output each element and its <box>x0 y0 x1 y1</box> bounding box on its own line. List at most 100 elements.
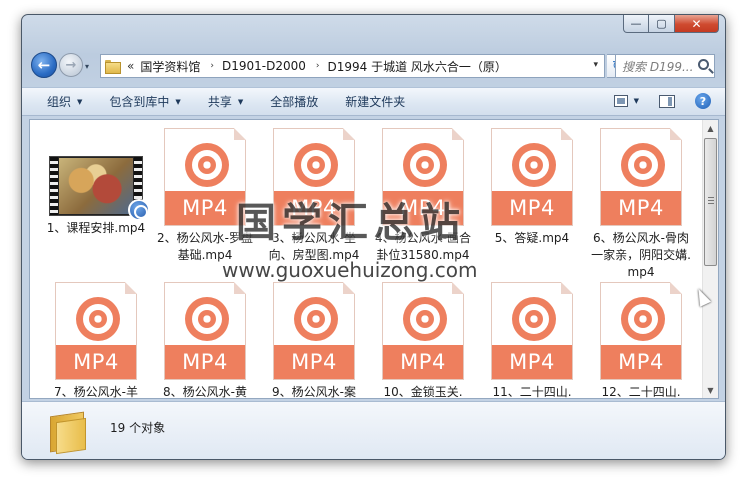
file-item[interactable]: MP4 6、杨公风水-骨肉一家亲，阴阳交媾.mp4 <box>589 128 693 281</box>
chevron-right-icon[interactable]: › <box>316 61 320 71</box>
maximize-button[interactable]: ▢ <box>649 15 675 33</box>
navigation-bar: ← → ▾ « 国学资料馆 › D1901-D2000 › D1994 于城道 … <box>22 49 725 81</box>
details-pane: 19 个对象 <box>22 401 725 459</box>
include-in-library-menu[interactable]: 包含到库中 ▼ <box>109 93 180 110</box>
play-all-button[interactable]: 全部播放 <box>270 93 318 110</box>
file-item[interactable]: MP4 11、二十四山. <box>480 282 584 399</box>
file-name: 1、课程安排.mp4 <box>46 221 146 235</box>
maximize-icon: ▢ <box>656 17 667 30</box>
recent-pages-dropdown[interactable]: ▾ <box>85 62 89 71</box>
command-bar: 组织 ▼ 包含到库中 ▼ 共享 ▼ 全部播放 新建文件夹 ▼ ? <box>22 87 725 116</box>
film-reel-icon <box>512 143 556 187</box>
minimize-icon: — <box>630 17 642 30</box>
back-button[interactable]: ← <box>31 52 57 78</box>
vertical-scrollbar[interactable]: ▲ ▼ <box>702 120 718 398</box>
breadcrumb-overflow[interactable]: « <box>127 59 134 73</box>
chevron-down-icon: ▼ <box>237 97 244 106</box>
mp4-file-icon: MP4 <box>273 282 355 380</box>
film-reel-icon <box>403 297 447 341</box>
file-item[interactable]: MP4 5、答疑.mp4 <box>480 128 584 247</box>
file-type-badge: MP4 <box>56 345 136 379</box>
help-icon[interactable]: ? <box>695 93 711 109</box>
chevron-down-icon: ▼ <box>77 97 83 106</box>
preview-pane-icon[interactable] <box>659 94 675 108</box>
grip-icon <box>708 197 714 205</box>
breadcrumb-item-root[interactable]: 国学资料馆 <box>140 58 200 75</box>
file-name: 6、杨公风水-骨肉一家亲，阴阳交媾.mp4 <box>591 231 691 279</box>
file-name: 7、杨公风水-羊 <box>54 385 138 399</box>
file-type-badge: MP4 <box>492 191 572 225</box>
media-player-icon <box>128 199 150 221</box>
chevron-down-icon[interactable]: ▼ <box>634 97 639 105</box>
file-name: 8、杨公风水-黄 <box>163 385 247 399</box>
search-box[interactable]: 搜索 D199... <box>615 54 715 78</box>
mp4-file-icon: MP4 <box>164 282 246 380</box>
file-type-badge: MP4 <box>274 345 354 379</box>
thumbnail-image <box>59 158 133 214</box>
views-icon[interactable] <box>613 95 628 107</box>
film-reel-icon <box>621 297 665 341</box>
address-dropdown[interactable]: ▾ <box>593 60 598 70</box>
include-in-library-label: 包含到库中 <box>109 95 170 109</box>
search-icon[interactable] <box>698 59 709 70</box>
file-type-badge: MP4 <box>601 191 681 225</box>
film-reel-icon <box>621 143 665 187</box>
mp4-file-icon: MP4 <box>491 128 573 226</box>
mp4-file-icon: MP4 <box>491 282 573 380</box>
scrollbar-thumb[interactable] <box>704 138 717 266</box>
film-reel-icon <box>294 143 338 187</box>
folder-icon <box>50 411 88 455</box>
file-item[interactable]: MP4 8、杨公风水-黄 <box>153 282 257 399</box>
watermark-title: 国学汇总站 <box>236 199 466 246</box>
file-name: 11、二十四山. <box>492 385 572 399</box>
new-folder-label: 新建文件夹 <box>345 95 406 109</box>
film-reel-icon <box>76 297 120 341</box>
chevron-down-icon: ▼ <box>175 97 181 106</box>
file-type-badge: MP4 <box>383 345 463 379</box>
file-item[interactable]: MP4 10、金锁玉关. <box>371 282 475 399</box>
file-name: 10、金锁玉关. <box>383 385 463 399</box>
forward-button[interactable]: → <box>59 53 83 77</box>
mp4-file-icon: MP4 <box>382 282 464 380</box>
breadcrumb-item-current[interactable]: D1994 于城道 风水六合一（原） <box>327 58 506 75</box>
file-item[interactable]: MP4 7、杨公风水-羊 <box>44 282 148 399</box>
file-type-badge: MP4 <box>165 191 245 225</box>
film-reel-icon <box>294 297 338 341</box>
folder-icon <box>105 60 121 74</box>
file-item[interactable]: MP4 12、二十四山. <box>589 282 693 399</box>
scroll-up-icon[interactable]: ▲ <box>703 120 718 136</box>
search-input[interactable]: 搜索 D199... <box>622 58 694 75</box>
file-name: 12、二十四山. <box>601 385 681 399</box>
film-strip-icon <box>50 157 58 215</box>
file-type-badge: MP4 <box>165 345 245 379</box>
share-menu[interactable]: 共享 ▼ <box>208 93 243 110</box>
watermark-url: www.guoxuehuizong.com <box>222 258 478 282</box>
arrow-right-icon: → <box>65 57 77 73</box>
file-item[interactable]: MP4 9、杨公风水-案 <box>262 282 366 399</box>
file-name: 5、答疑.mp4 <box>494 231 570 245</box>
toolbar-right: ▼ ? <box>613 93 711 109</box>
address-bar[interactable]: « 国学资料馆 › D1901-D2000 › D1994 于城道 风水六合一（… <box>100 54 605 78</box>
new-folder-button[interactable]: 新建文件夹 <box>345 93 405 110</box>
arrow-left-icon: ← <box>37 56 51 74</box>
mp4-file-icon: MP4 <box>600 282 682 380</box>
breadcrumb-item-range[interactable]: D1901-D2000 <box>222 59 306 73</box>
organize-label: 组织 <box>47 95 72 109</box>
film-reel-icon <box>185 143 229 187</box>
file-name: 9、杨公风水-案 <box>272 385 356 399</box>
organize-menu[interactable]: 组织 ▼ <box>47 93 82 110</box>
mp4-file-icon: MP4 <box>600 128 682 226</box>
close-button[interactable]: ✕ <box>675 15 719 33</box>
scroll-down-icon[interactable]: ▼ <box>703 382 718 398</box>
close-icon: ✕ <box>691 16 702 31</box>
film-reel-icon <box>403 143 447 187</box>
video-thumbnail <box>49 156 150 221</box>
minimize-button[interactable]: — <box>623 15 649 33</box>
file-item[interactable]: 1、课程安排.mp4 <box>44 124 150 237</box>
chevron-right-icon[interactable]: › <box>210 61 214 71</box>
file-type-badge: MP4 <box>492 345 572 379</box>
caption-buttons: — ▢ ✕ <box>623 15 719 33</box>
share-label: 共享 <box>207 95 232 109</box>
mp4-file-icon: MP4 <box>55 282 137 380</box>
film-reel-icon <box>185 297 229 341</box>
